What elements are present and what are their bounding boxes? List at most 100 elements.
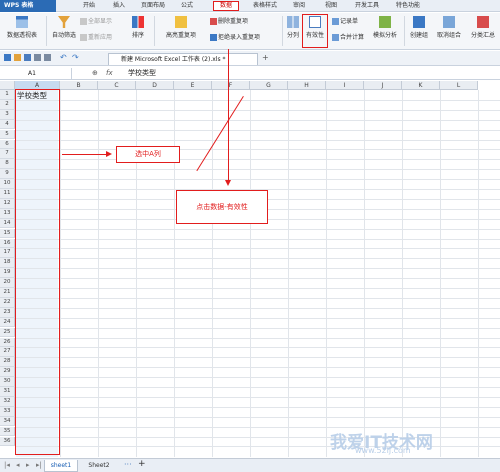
redo-icon[interactable]: ↷ <box>72 53 79 62</box>
prev-sheet-icon[interactable]: ◂ <box>16 461 20 469</box>
whatif-button[interactable]: 模拟分析 <box>370 16 400 39</box>
column-header-k[interactable]: K <box>402 81 440 90</box>
row-header-17[interactable]: 17 <box>0 248 15 259</box>
highlight-duplicates-button[interactable]: 高亮重复项 <box>158 16 204 39</box>
row-header-6[interactable]: 6 <box>0 139 15 150</box>
column-header-g[interactable]: G <box>250 81 288 90</box>
row-header-10[interactable]: 10 <box>0 179 15 189</box>
column-header-c[interactable]: C <box>98 81 136 90</box>
row-header-19[interactable]: 19 <box>0 268 15 278</box>
row-header-34[interactable]: 34 <box>0 416 15 427</box>
row-header-11[interactable]: 11 <box>0 189 15 199</box>
row-header-30[interactable]: 30 <box>0 377 15 387</box>
fx-icon[interactable]: fx <box>106 68 113 79</box>
row-header-16[interactable]: 16 <box>0 238 15 249</box>
row-header-26[interactable]: 26 <box>0 337 15 348</box>
show-all-button[interactable]: 全部显示 <box>80 17 112 26</box>
row-header-36[interactable]: 36 <box>0 436 15 447</box>
create-group-button[interactable]: 创建组 <box>406 16 432 39</box>
menu-view[interactable]: 视图 <box>320 1 342 11</box>
row-header-33[interactable]: 33 <box>0 406 15 417</box>
column-header-b[interactable]: B <box>60 81 98 90</box>
first-sheet-icon[interactable]: |◂ <box>4 461 10 469</box>
row-header-8[interactable]: 8 <box>0 159 15 170</box>
row-header-27[interactable]: 27 <box>0 347 15 358</box>
row-header-4[interactable]: 4 <box>0 119 15 130</box>
autofilter-button[interactable]: 自动筛选 <box>50 16 78 39</box>
subtotal-button[interactable]: 分类汇总 <box>466 16 500 39</box>
spreadsheet-grid[interactable]: ABCDEFGHIJKL 1 2 3 4 5 6 7 8 9 10 11 12 13 14 15 16 17 18… <box>0 81 500 457</box>
column-header-j[interactable]: J <box>364 81 402 90</box>
zoom-icon[interactable]: ⊕ <box>92 68 98 79</box>
menu-review[interactable]: 审阅 <box>288 1 310 11</box>
row-header-5[interactable]: 5 <box>0 129 15 140</box>
menu-table-style[interactable]: 表格样式 <box>250 1 280 11</box>
preview-icon[interactable] <box>44 54 51 61</box>
menu-formulas[interactable]: 公式 <box>176 1 198 11</box>
undo-icon[interactable]: ↶ <box>60 53 67 62</box>
add-sheet-button[interactable]: + <box>138 459 146 469</box>
row-header-12[interactable]: 12 <box>0 198 15 209</box>
row-header-9[interactable]: 9 <box>0 169 15 179</box>
column-header-f[interactable]: F <box>212 81 250 90</box>
column-header-h[interactable]: H <box>288 81 326 90</box>
sheet-tab-bar: |◂ ◂ ▸ ▸| sheet1 Sheet2 ··· + <box>0 458 500 472</box>
ungroup-button[interactable]: 取消组合 <box>434 16 464 39</box>
row-header-20[interactable]: 20 <box>0 278 15 288</box>
row-header-32[interactable]: 32 <box>0 396 15 407</box>
menu-data[interactable]: 数据 <box>213 1 239 11</box>
row-header-25[interactable]: 25 <box>0 327 15 338</box>
row-header-13[interactable]: 13 <box>0 208 15 219</box>
formula-input[interactable]: 学校类型 <box>128 68 156 79</box>
reapply-button[interactable]: 重新应用 <box>80 33 112 42</box>
row-header-3[interactable]: 3 <box>0 109 15 120</box>
reject-duplicates-button[interactable]: 拒绝录入重复项 <box>210 33 260 42</box>
text-to-columns-button[interactable]: 分列 <box>284 16 302 39</box>
column-header-l[interactable]: L <box>440 81 478 90</box>
consolidate-button[interactable]: 合并计算 <box>332 33 364 42</box>
row-header-23[interactable]: 23 <box>0 307 15 318</box>
row-header-2[interactable]: 2 <box>0 99 15 110</box>
print-icon[interactable] <box>34 54 41 61</box>
row-header-21[interactable]: 21 <box>0 288 15 298</box>
save-icon[interactable] <box>24 54 31 61</box>
row-header-29[interactable]: 29 <box>0 367 15 377</box>
row-header-7[interactable]: 7 <box>0 149 15 160</box>
select-all-corner[interactable] <box>0 81 15 90</box>
row-header-15[interactable]: 15 <box>0 228 15 239</box>
document-tab[interactable]: 新建 Microsoft Excel 工作表 (2).xls * <box>108 53 258 65</box>
sheet-tab-sheet1[interactable]: sheet1 <box>44 460 78 472</box>
show-all-icon <box>80 18 87 25</box>
column-header-i[interactable]: I <box>326 81 364 90</box>
grid-row-line <box>15 297 500 299</box>
app-menu-button[interactable]: WPS 表格 <box>0 0 56 12</box>
menu-insert[interactable]: 插入 <box>108 1 130 11</box>
open-folder-icon[interactable] <box>14 54 21 61</box>
last-sheet-icon[interactable]: ▸| <box>36 461 42 469</box>
new-tab-icon[interactable]: + <box>262 53 269 62</box>
more-sheets-icon[interactable]: ··· <box>124 460 132 469</box>
column-header-e[interactable]: E <box>174 81 212 90</box>
new-file-icon[interactable] <box>4 54 11 61</box>
sheet-tab-sheet2[interactable]: Sheet2 <box>82 460 116 472</box>
row-header-28[interactable]: 28 <box>0 357 15 368</box>
menu-developer[interactable]: 开发工具 <box>352 1 382 11</box>
name-box[interactable]: A1 <box>0 68 72 79</box>
column-header-d[interactable]: D <box>136 81 174 90</box>
row-header-22[interactable]: 22 <box>0 297 15 308</box>
row-header-1[interactable]: 1 <box>0 90 15 100</box>
sort-button[interactable]: 排序 <box>126 16 150 39</box>
remove-duplicates-button[interactable]: 删除重复项 <box>210 17 248 26</box>
menu-page-layout[interactable]: 页面布局 <box>138 1 168 11</box>
record-form-button[interactable]: 记录单 <box>332 17 358 26</box>
grid-column-line <box>364 90 365 457</box>
row-header-24[interactable]: 24 <box>0 317 15 328</box>
next-sheet-icon[interactable]: ▸ <box>26 461 30 469</box>
menu-home[interactable]: 开始 <box>78 1 100 11</box>
row-header-31[interactable]: 31 <box>0 387 15 397</box>
row-header-18[interactable]: 18 <box>0 258 15 269</box>
menu-special[interactable]: 特色功能 <box>392 1 424 11</box>
row-header-35[interactable]: 35 <box>0 426 15 437</box>
pivot-table-button[interactable]: 数据透视表 <box>2 16 42 39</box>
row-header-14[interactable]: 14 <box>0 218 15 229</box>
